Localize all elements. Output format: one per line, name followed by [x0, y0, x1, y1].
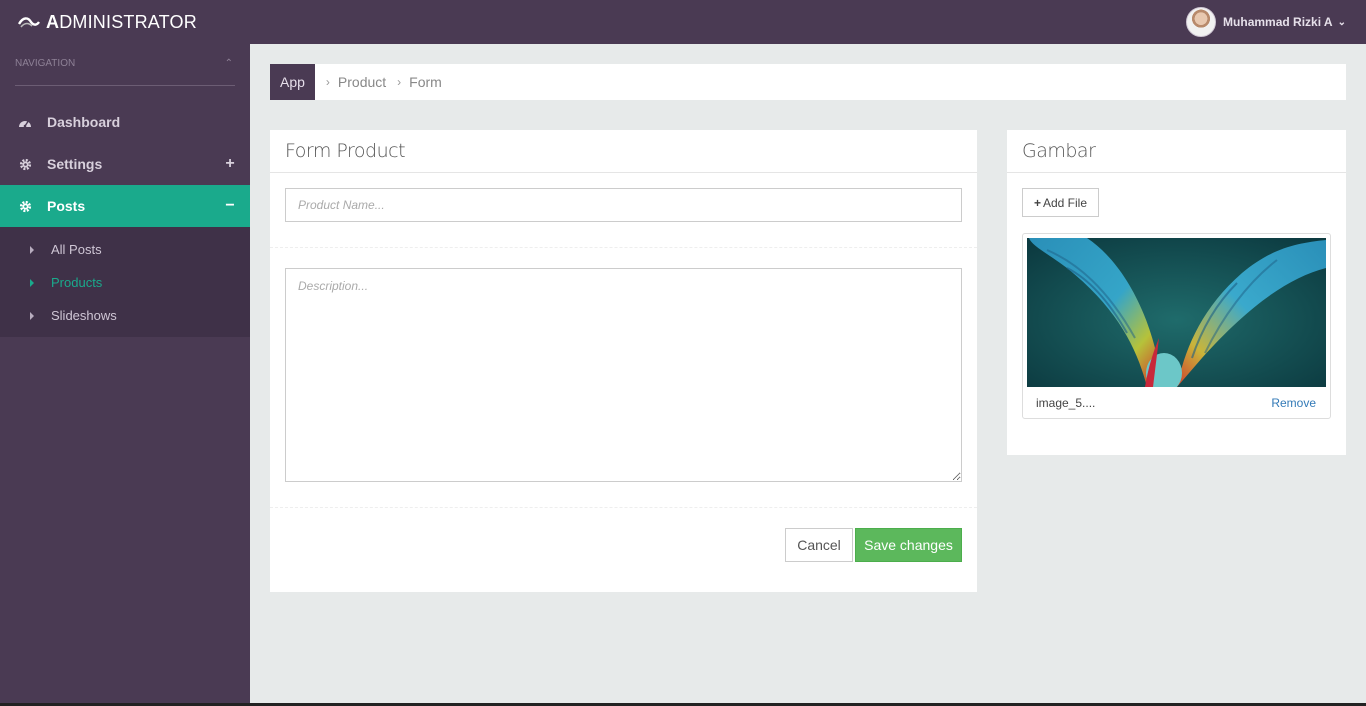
sidebar-item-dashboard[interactable]: Dashboard — [0, 101, 250, 143]
caret-right-icon — [30, 278, 34, 287]
file-name: image_5.... — [1036, 395, 1096, 410]
caret-right-icon — [30, 245, 34, 254]
posts-submenu: All Posts Products Slideshows — [0, 227, 250, 337]
navigation-header-label: NAVIGATION — [15, 58, 76, 69]
sidebar-subitem-label: Products — [51, 275, 103, 290]
form-product-panel: Form Product Cancel Save changes — [270, 130, 977, 592]
sidebar-item-posts[interactable]: Posts − — [0, 185, 250, 227]
sidebar-subitem-all-posts[interactable]: All Posts — [0, 233, 250, 266]
breadcrumb: App › Product › Form — [270, 64, 1346, 100]
minus-icon[interactable]: − — [224, 197, 236, 215]
avatar — [1186, 7, 1217, 37]
image-thumbnail: image_5.... Remove — [1022, 233, 1331, 419]
add-file-button[interactable]: + Add File — [1022, 188, 1099, 217]
divider — [270, 507, 977, 508]
breadcrumb-item-form: Form — [409, 74, 442, 90]
sidebar-item-label: Settings — [47, 156, 103, 172]
chevron-right-icon: › — [325, 75, 330, 89]
sidebar-subitem-label: All Posts — [51, 242, 102, 257]
user-name: Muhammad Rizki A — [1223, 15, 1333, 29]
sidebar-item-label: Posts — [47, 198, 86, 214]
brand[interactable]: A DMINISTRATOR — [0, 0, 250, 44]
save-changes-button[interactable]: Save changes — [855, 528, 962, 562]
brand-first-letter: A — [46, 11, 60, 32]
topbar: Muhammad Rizki A ⌄ — [250, 0, 1366, 44]
sidebar-subitem-products[interactable]: Products — [0, 266, 250, 299]
sidebar-item-settings[interactable]: Settings + — [0, 143, 250, 185]
brand-name: DMINISTRATOR — [59, 11, 197, 32]
caret-right-icon — [30, 311, 34, 320]
plus-icon: + — [1033, 195, 1041, 210]
navigation-header[interactable]: NAVIGATION ⌃ — [15, 58, 235, 86]
chevron-down-icon: ⌄ — [1337, 16, 1346, 28]
chevron-right-icon: › — [397, 75, 402, 89]
add-file-label: Add File — [1042, 195, 1088, 210]
divider — [270, 247, 977, 248]
breadcrumb-item-app[interactable]: App — [270, 64, 315, 100]
sidebar-item-label: Dashboard — [47, 114, 121, 130]
panel-title: Gambar — [1007, 130, 1346, 173]
gear-icon — [18, 157, 32, 171]
cancel-button[interactable]: Cancel — [785, 528, 853, 562]
chevron-up-icon[interactable]: ⌃ — [225, 58, 233, 69]
sidebar-subitem-slideshows[interactable]: Slideshows — [0, 299, 250, 332]
dashboard-icon — [18, 115, 32, 129]
uploaded-image — [1027, 238, 1326, 387]
user-menu[interactable]: Muhammad Rizki A ⌄ — [1186, 7, 1346, 37]
sidebar: A DMINISTRATOR NAVIGATION ⌃ Dashboard Set… — [0, 0, 250, 706]
product-name-input[interactable] — [285, 188, 962, 222]
sidebar-subitem-label: Slideshows — [51, 308, 117, 323]
gambar-panel: Gambar + Add File image_5.... Remove — [1007, 130, 1346, 455]
brand-logo-icon — [18, 17, 40, 28]
thumbnail-footer: image_5.... Remove — [1023, 387, 1330, 418]
panel-title: Form Product — [270, 130, 977, 173]
breadcrumb-item-product[interactable]: Product — [338, 74, 386, 90]
description-textarea[interactable] — [285, 268, 962, 482]
gear-icon — [18, 199, 32, 213]
plus-icon[interactable]: + — [224, 155, 236, 173]
sidebar-menu: Dashboard Settings + Posts − All Posts P… — [0, 101, 250, 337]
remove-link[interactable]: Remove — [1271, 396, 1316, 410]
